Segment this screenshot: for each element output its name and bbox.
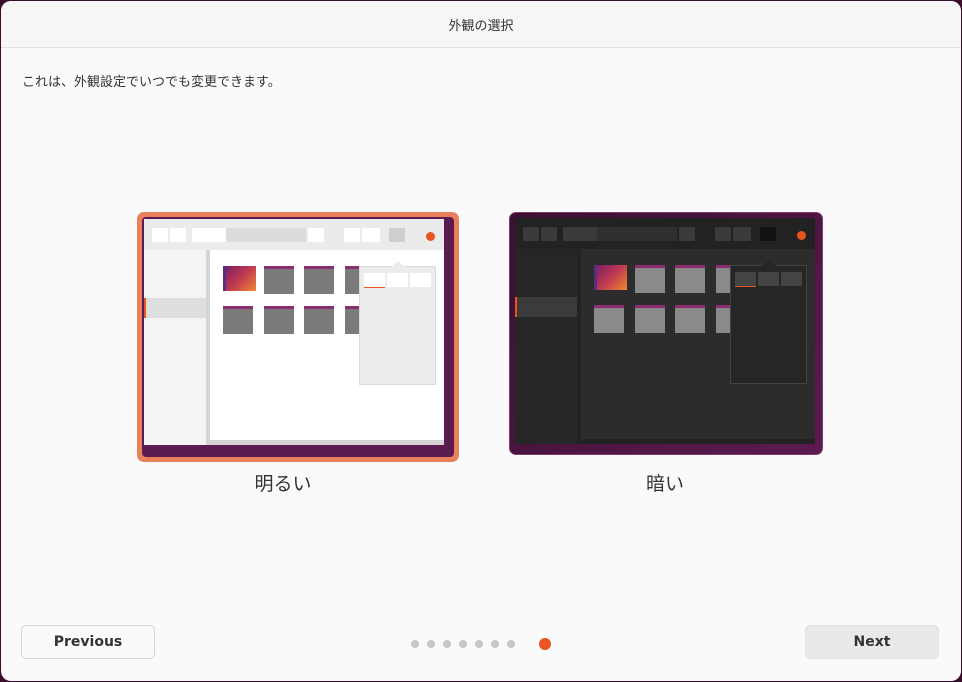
preview-view-button-2 (362, 228, 380, 242)
preview-popover-button (364, 273, 385, 288)
preview-folder-icon (264, 266, 294, 294)
preview-folder-icon (675, 305, 705, 333)
description-text: これは、外観設定でいつでも変更できます。 (22, 75, 281, 90)
previous-button[interactable]: Previous (21, 625, 155, 659)
preview-folder-icon (635, 305, 665, 333)
preview-sidebar-item (144, 298, 206, 318)
preview-folder-icon (264, 306, 294, 334)
preview-popover-button (387, 273, 408, 287)
preview-popover-arrow (391, 261, 405, 267)
window-title: 外観の選択 (448, 18, 514, 34)
theme-label-light[interactable]: 明るい (183, 469, 383, 496)
preview-popover-button (758, 272, 779, 286)
titlebar: 外観の選択 (1, 1, 961, 48)
theme-label-dark[interactable]: 暗い (565, 469, 765, 496)
preview-menu-button (389, 228, 405, 242)
preview-bottom-bar (581, 439, 815, 444)
step-dot (443, 640, 451, 648)
preview-path-bar (226, 228, 306, 242)
preview-folder-icon (223, 306, 253, 334)
preview-forward-button (541, 227, 557, 241)
theme-option-light[interactable] (137, 212, 459, 462)
preview-bottom-bar (210, 440, 444, 445)
preview-image-thumb (594, 265, 627, 290)
next-button[interactable]: Next (805, 625, 939, 659)
preview-path-button (679, 227, 695, 241)
preview-sidebar-item (515, 297, 577, 317)
step-dot (427, 640, 435, 648)
preview-popover (730, 260, 807, 384)
preview-view-button (715, 227, 731, 241)
preview-back-button (523, 227, 539, 241)
preview-image-thumb (223, 266, 256, 291)
preview-back-button (152, 228, 168, 242)
preview-folder-icon (675, 265, 705, 293)
preview-menu-button (760, 227, 776, 241)
preview-path-button (308, 228, 324, 242)
step-dot (459, 640, 467, 648)
preview-popover (359, 261, 436, 385)
light-theme-preview (144, 219, 444, 445)
dark-theme-preview (515, 218, 815, 444)
step-dot-current (539, 638, 551, 650)
preview-sidebar (144, 250, 210, 445)
preview-popover-arrow (762, 260, 776, 266)
step-dot (475, 640, 483, 648)
preview-folder-icon (304, 266, 334, 294)
preview-forward-button (170, 228, 186, 242)
preview-path-segment (563, 227, 597, 241)
preview-view-button (344, 228, 360, 242)
preview-popover-button (410, 273, 431, 287)
step-dot (491, 640, 499, 648)
preview-sidebar (515, 249, 581, 444)
preview-popover-button (781, 272, 802, 286)
preview-popover-button (735, 272, 756, 287)
preview-close-dot (797, 231, 806, 240)
preview-folder-icon (304, 306, 334, 334)
preview-folder-icon (594, 305, 624, 333)
preview-headerbar (515, 218, 815, 249)
preview-headerbar (144, 219, 444, 250)
preview-view-button-2 (733, 227, 751, 241)
preview-folder-icon (635, 265, 665, 293)
step-dot (411, 640, 419, 648)
preview-path-segment (192, 228, 226, 242)
step-dot (507, 640, 515, 648)
preview-close-dot (426, 232, 435, 241)
theme-option-dark[interactable] (509, 212, 823, 455)
preview-path-bar (597, 227, 677, 241)
installer-window: 外観の選択 これは、外観設定でいつでも変更できます。 明るい 暗い Previo… (1, 1, 961, 681)
